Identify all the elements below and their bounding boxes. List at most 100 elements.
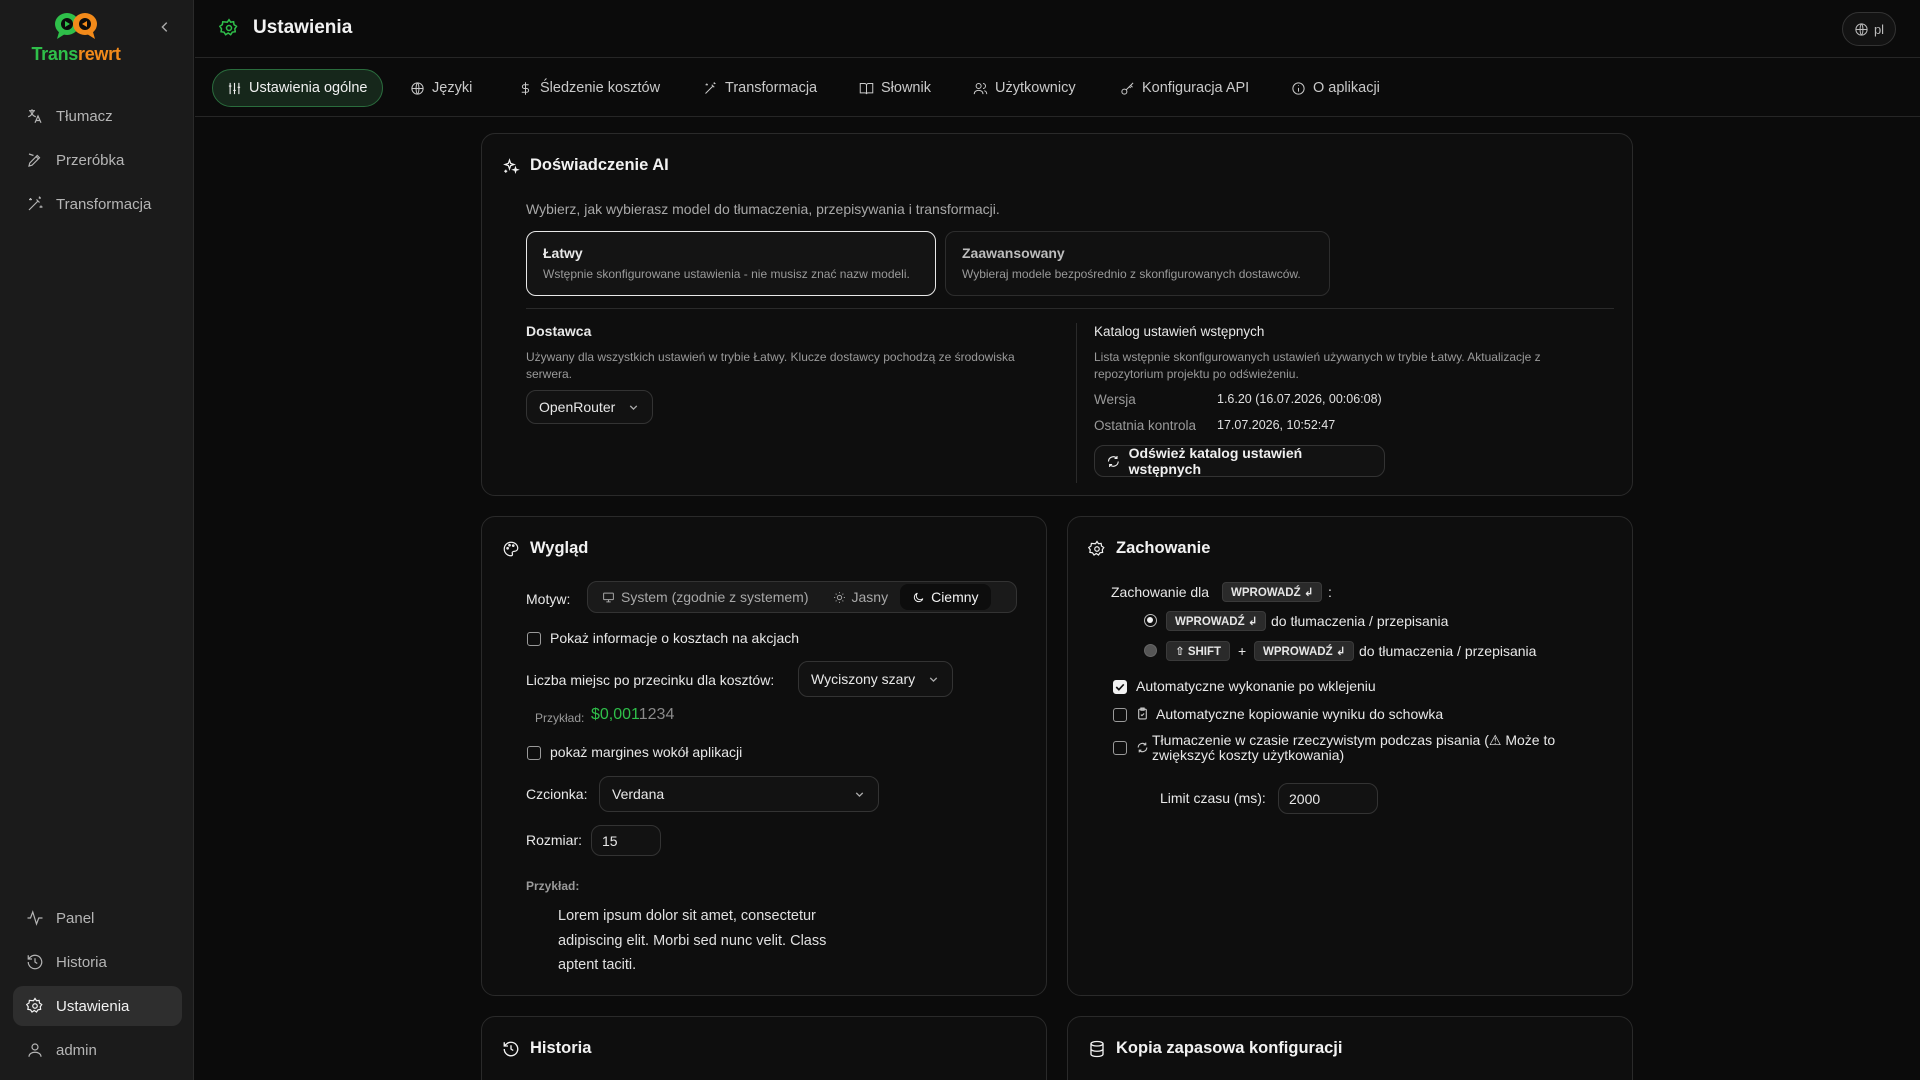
tab-label: Konfiguracja API	[1142, 80, 1250, 96]
refresh-icon	[1107, 455, 1119, 467]
history-icon	[503, 1041, 519, 1056]
show-margins-label: pokaż margines wokół aplikacji	[550, 744, 743, 760]
font-label: Czcionka:	[526, 786, 588, 802]
sidebar-item-label: Ustawienia	[56, 997, 130, 1015]
provider-title: Dostawca	[526, 323, 592, 339]
card-title-text: Wygląd	[530, 539, 589, 557]
provider-value: OpenRouter	[539, 399, 616, 415]
show-margins-checkbox[interactable]	[527, 746, 541, 760]
show-costs-checkbox[interactable]	[527, 632, 541, 646]
card-title: Wygląd	[502, 539, 588, 558]
tab-cost-tracking[interactable]: Śledzenie kosztów	[504, 69, 674, 107]
font-select[interactable]: Verdana	[599, 776, 879, 812]
option-text: do tłumaczenia / przepisania	[1271, 613, 1449, 629]
gear-icon	[1088, 539, 1105, 556]
globe-icon	[1855, 22, 1868, 36]
size-label: Rozmiar:	[526, 832, 583, 848]
decimals-value: Wyciszony szary	[811, 671, 916, 687]
shift-enter-submit-radio[interactable]	[1144, 644, 1157, 657]
sidebar-item-user[interactable]: admin	[13, 1030, 182, 1070]
tab-general[interactable]: Ustawienia ogólne	[212, 69, 383, 107]
auto-copy-label: Automatyczne kopiowanie wyniku do schowk…	[1156, 706, 1444, 722]
sparkles-icon	[503, 157, 520, 174]
button-label: Odśwież katalog ustawień wstępnych	[1128, 445, 1303, 477]
database-icon	[1090, 1040, 1104, 1057]
app-logo[interactable]: Transrewrt	[30, 12, 122, 65]
show-costs-label: Pokaż informacje o kosztach na akcjach	[550, 630, 800, 646]
wand-icon	[28, 196, 43, 211]
sidebar-item-label: Transformacja	[56, 195, 152, 213]
sidebar-item-settings[interactable]: Ustawienia	[13, 986, 182, 1026]
example-label: Przykład:	[535, 711, 585, 725]
language-code: pl	[1873, 21, 1885, 37]
sidebar-item-rewrite[interactable]: Przeróbka	[13, 140, 182, 180]
ai-description: Wybierz, jak wybierasz model do tłumacze…	[526, 201, 1000, 217]
font-preview-text: Lorem ipsum dolor sit amet, consectetur …	[558, 908, 827, 974]
theme-option-system[interactable]: System (zgodnie z systemem)	[590, 584, 821, 610]
appearance-card: Wygląd Motyw: System (zgodnie z systemem…	[481, 516, 1047, 996]
option-label: Jasny	[851, 589, 889, 605]
sidebar-item-transformation[interactable]: Transformacja	[13, 184, 182, 224]
history-icon	[27, 954, 43, 970]
realtime-translation-label: Tłumaczenie w czasie rzeczywistym podcza…	[1152, 732, 1556, 763]
sidebar-item-history[interactable]: Historia	[13, 942, 182, 982]
settings-tabs: Ustawienia ogólne Języki Śledzenie koszt…	[195, 58, 1920, 117]
card-title: Doświadczenie AI	[502, 156, 669, 175]
page-title-text: Ustawienia	[253, 17, 353, 38]
sun-icon	[833, 591, 845, 603]
tab-dictionary[interactable]: Słownik	[845, 69, 945, 107]
info-icon	[1292, 81, 1305, 95]
tab-api-config[interactable]: Konfiguracja API	[1106, 69, 1263, 107]
tab-label: O aplikacji	[1313, 80, 1380, 96]
preview-label: Przykład:	[526, 879, 580, 893]
cost-example-main: $0,001	[591, 706, 639, 723]
sidebar-item-label: Przeróbka	[56, 151, 125, 169]
option-text: do tłumaczenia / przepisania	[1359, 643, 1537, 659]
sidebar-item-label: Historia	[56, 953, 107, 971]
tab-users[interactable]: Użytkownicy	[959, 69, 1090, 107]
vertical-divider	[1076, 323, 1077, 483]
language-switcher[interactable]: pl	[1842, 12, 1896, 46]
tab-label: Śledzenie kosztów	[540, 80, 661, 96]
chevron-down-icon	[855, 791, 864, 797]
palette-icon	[503, 541, 519, 556]
mode-description: Wybieraj modele bezpośrednio z skonfigur…	[962, 267, 1301, 281]
sidebar-item-label: admin	[56, 1041, 97, 1059]
monitor-icon	[603, 592, 614, 602]
history-card: Historia	[481, 1016, 1047, 1080]
provider-select[interactable]: OpenRouter	[526, 390, 653, 424]
auto-copy-checkbox[interactable]	[1113, 708, 1127, 722]
tab-transformation[interactable]: Transformacja	[689, 69, 831, 107]
mode-easy-option[interactable]: Łatwy Wstępnie skonfigurowane ustawienia…	[526, 231, 936, 296]
sidebar-item-panel[interactable]: Panel	[13, 898, 182, 938]
tab-label: Słownik	[881, 80, 931, 96]
translate-icon	[28, 109, 42, 123]
timeout-label: Limit czasu (ms):	[1160, 790, 1266, 806]
theme-option-dark[interactable]: Ciemny	[900, 584, 991, 610]
card-title-text: Kopia zapasowa konfiguracji	[1116, 1039, 1343, 1057]
sidebar-item-label: Panel	[56, 909, 95, 927]
gear-icon	[26, 997, 43, 1013]
enter-submit-radio[interactable]	[1144, 614, 1157, 627]
divider	[526, 308, 1614, 309]
realtime-translation-checkbox[interactable]	[1113, 741, 1127, 755]
enter-behavior-label: Zachowanie dla	[1111, 584, 1210, 600]
auto-run-checkbox[interactable]	[1113, 680, 1127, 694]
logo-icon	[30, 12, 122, 40]
clipboard-icon	[1136, 707, 1149, 720]
wand-icon	[705, 81, 716, 94]
tab-about[interactable]: O aplikacji	[1277, 69, 1394, 107]
collapse-sidebar-button[interactable]	[158, 20, 172, 34]
option-label: System (zgodnie z systemem)	[621, 589, 809, 605]
mode-title: Łatwy	[543, 245, 583, 261]
sliders-icon	[228, 82, 241, 94]
refresh-catalog-button[interactable]: Odśwież katalog ustawień wstępnych	[1094, 445, 1385, 477]
tab-label: Użytkownicy	[995, 80, 1076, 96]
tab-languages[interactable]: Języki	[396, 69, 486, 107]
decimals-select[interactable]: Wyciszony szary	[798, 661, 953, 697]
mode-advanced-option[interactable]: Zaawansowany Wybieraj modele bezpośredni…	[945, 231, 1330, 296]
theme-option-light[interactable]: Jasny	[821, 584, 901, 610]
timeout-input[interactable]: 2000	[1278, 783, 1378, 814]
sidebar-item-translator[interactable]: Tłumacz	[13, 96, 182, 136]
font-size-input[interactable]: 15	[591, 825, 661, 856]
